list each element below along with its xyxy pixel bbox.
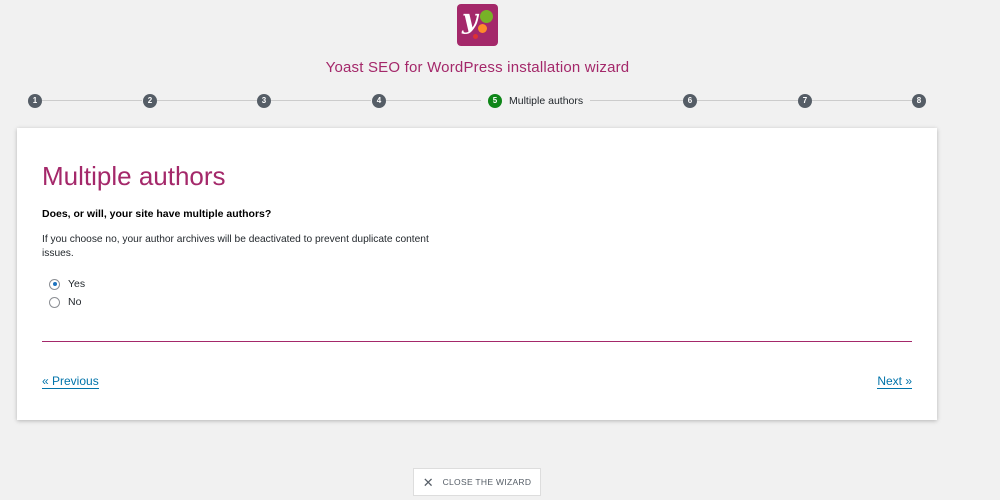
step-1[interactable]: 1 bbox=[28, 94, 42, 108]
step-connector bbox=[271, 100, 371, 101]
step-connector bbox=[386, 100, 481, 101]
radio-yes-label[interactable]: Yes bbox=[68, 278, 85, 290]
divider bbox=[42, 341, 912, 342]
step-6[interactable]: 6 bbox=[683, 94, 697, 108]
step-connector bbox=[590, 100, 683, 101]
progress-stepper: 1 2 3 4 5 Multiple authors 6 7 8 bbox=[0, 92, 1000, 110]
close-wizard-label: CLOSE THE WIZARD bbox=[442, 477, 532, 487]
step-2[interactable]: 2 bbox=[143, 94, 157, 108]
step-connector bbox=[697, 100, 798, 101]
logo-green-dot bbox=[480, 10, 493, 23]
radio-no-label[interactable]: No bbox=[68, 296, 81, 308]
yoast-logo: y bbox=[457, 4, 498, 46]
next-link[interactable]: Next » bbox=[877, 375, 912, 389]
page-title: Multiple authors bbox=[42, 161, 226, 191]
logo-red-dot bbox=[473, 34, 478, 39]
step-4[interactable]: 4 bbox=[372, 94, 386, 108]
step-5-active[interactable]: 5 bbox=[488, 94, 502, 108]
option-yes[interactable]: Yes bbox=[49, 277, 85, 291]
close-icon: ✕ bbox=[422, 474, 434, 490]
radio-no[interactable] bbox=[49, 296, 60, 308]
option-no[interactable]: No bbox=[49, 295, 81, 309]
wizard-title: Yoast SEO for WordPress installation wiz… bbox=[325, 59, 630, 76]
question-label: Does, or will, your site have multiple a… bbox=[42, 208, 272, 220]
previous-link[interactable]: « Previous bbox=[42, 375, 99, 389]
radio-yes[interactable] bbox=[49, 278, 60, 290]
close-wizard-button[interactable]: ✕ CLOSE THE WIZARD bbox=[413, 468, 541, 496]
step-3[interactable]: 3 bbox=[257, 94, 271, 108]
step-connector bbox=[812, 100, 912, 101]
active-step-label: Multiple authors bbox=[509, 95, 584, 107]
step-8[interactable]: 8 bbox=[912, 94, 926, 108]
logo-orange-dot bbox=[478, 24, 487, 33]
wizard-page: y Yoast SEO for WordPress installation w… bbox=[0, 0, 1000, 500]
step-7[interactable]: 7 bbox=[798, 94, 812, 108]
logo-letter: y bbox=[462, 4, 478, 35]
wizard-card: Multiple authors Does, or will, your sit… bbox=[17, 128, 937, 420]
step-connector bbox=[42, 100, 142, 101]
step-connector bbox=[157, 100, 257, 101]
question-description: If you choose no, your author archives w… bbox=[42, 234, 429, 259]
